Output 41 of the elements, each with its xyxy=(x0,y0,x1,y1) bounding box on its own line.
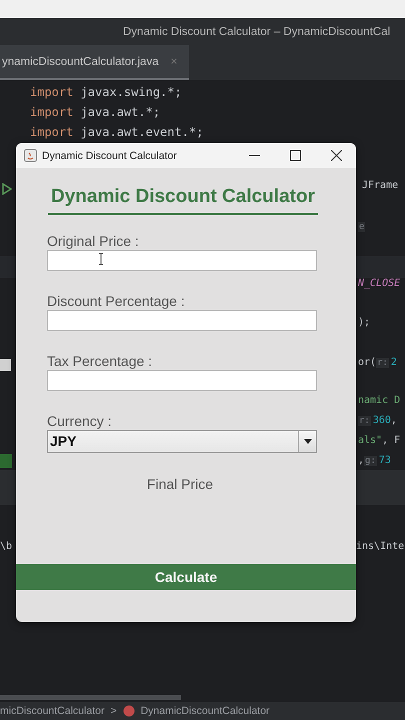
code-fragment: ); xyxy=(358,317,370,328)
input-field[interactable] xyxy=(47,250,317,271)
code-line: import java.awt.event.*; xyxy=(30,124,204,141)
code-fragment: e xyxy=(358,221,366,232)
dropdown-arrow-icon xyxy=(304,439,312,444)
class-icon xyxy=(122,705,135,717)
scrollbar[interactable] xyxy=(0,695,181,700)
field-label: Discount Percentage : xyxy=(47,293,186,309)
input-field[interactable] xyxy=(47,310,317,331)
app-heading: Dynamic Discount Calculator xyxy=(48,186,318,215)
window-title: Dynamic Discount Calculator – DynamicDiscountCal xyxy=(123,26,390,38)
code-fragment: namic D xyxy=(358,395,400,406)
code-fragment: or(r: 2 xyxy=(358,357,397,368)
editor-tab[interactable]: ynamicDiscountCalculator.java × xyxy=(0,45,190,80)
code-fragment: r: 360, xyxy=(358,415,397,426)
code-fragment: als", F xyxy=(358,435,400,446)
close-icon[interactable] xyxy=(331,150,342,161)
breadcrumb-item[interactable]: micDiscountCalculator xyxy=(0,705,104,717)
breadcrumb-separator: > xyxy=(110,705,117,717)
code-fragment: ,g: 73 xyxy=(358,455,391,466)
code-line: import javax.swing.*; xyxy=(30,84,183,101)
field-label: Currency : xyxy=(47,413,113,429)
currency-dropdown[interactable]: JPY xyxy=(47,430,317,453)
breadcrumb-item[interactable]: DynamicDiscountCalculator xyxy=(140,705,270,717)
field-label: Original Price : xyxy=(47,233,140,249)
code-fragment: JFrame xyxy=(362,180,398,191)
app-icon xyxy=(24,149,37,162)
calculate-button[interactable]: Calculate xyxy=(16,564,356,590)
maximize-icon[interactable] xyxy=(290,150,301,161)
gutter-marker xyxy=(0,359,11,371)
console-text: ins\Inte xyxy=(356,541,404,552)
dialog-title: Dynamic Discount Calculator xyxy=(42,150,178,162)
code-fragment: N_CLOSE xyxy=(358,278,400,289)
gutter-marker xyxy=(0,454,12,468)
field-label: Tax Percentage : xyxy=(47,353,154,369)
result-label: Final Price xyxy=(146,476,214,492)
input-field[interactable] xyxy=(47,370,317,391)
code-line: import java.awt.*; xyxy=(30,104,162,121)
text-cursor-icon xyxy=(98,253,104,265)
console-text: \b xyxy=(0,541,12,552)
run-icon[interactable] xyxy=(2,183,12,195)
